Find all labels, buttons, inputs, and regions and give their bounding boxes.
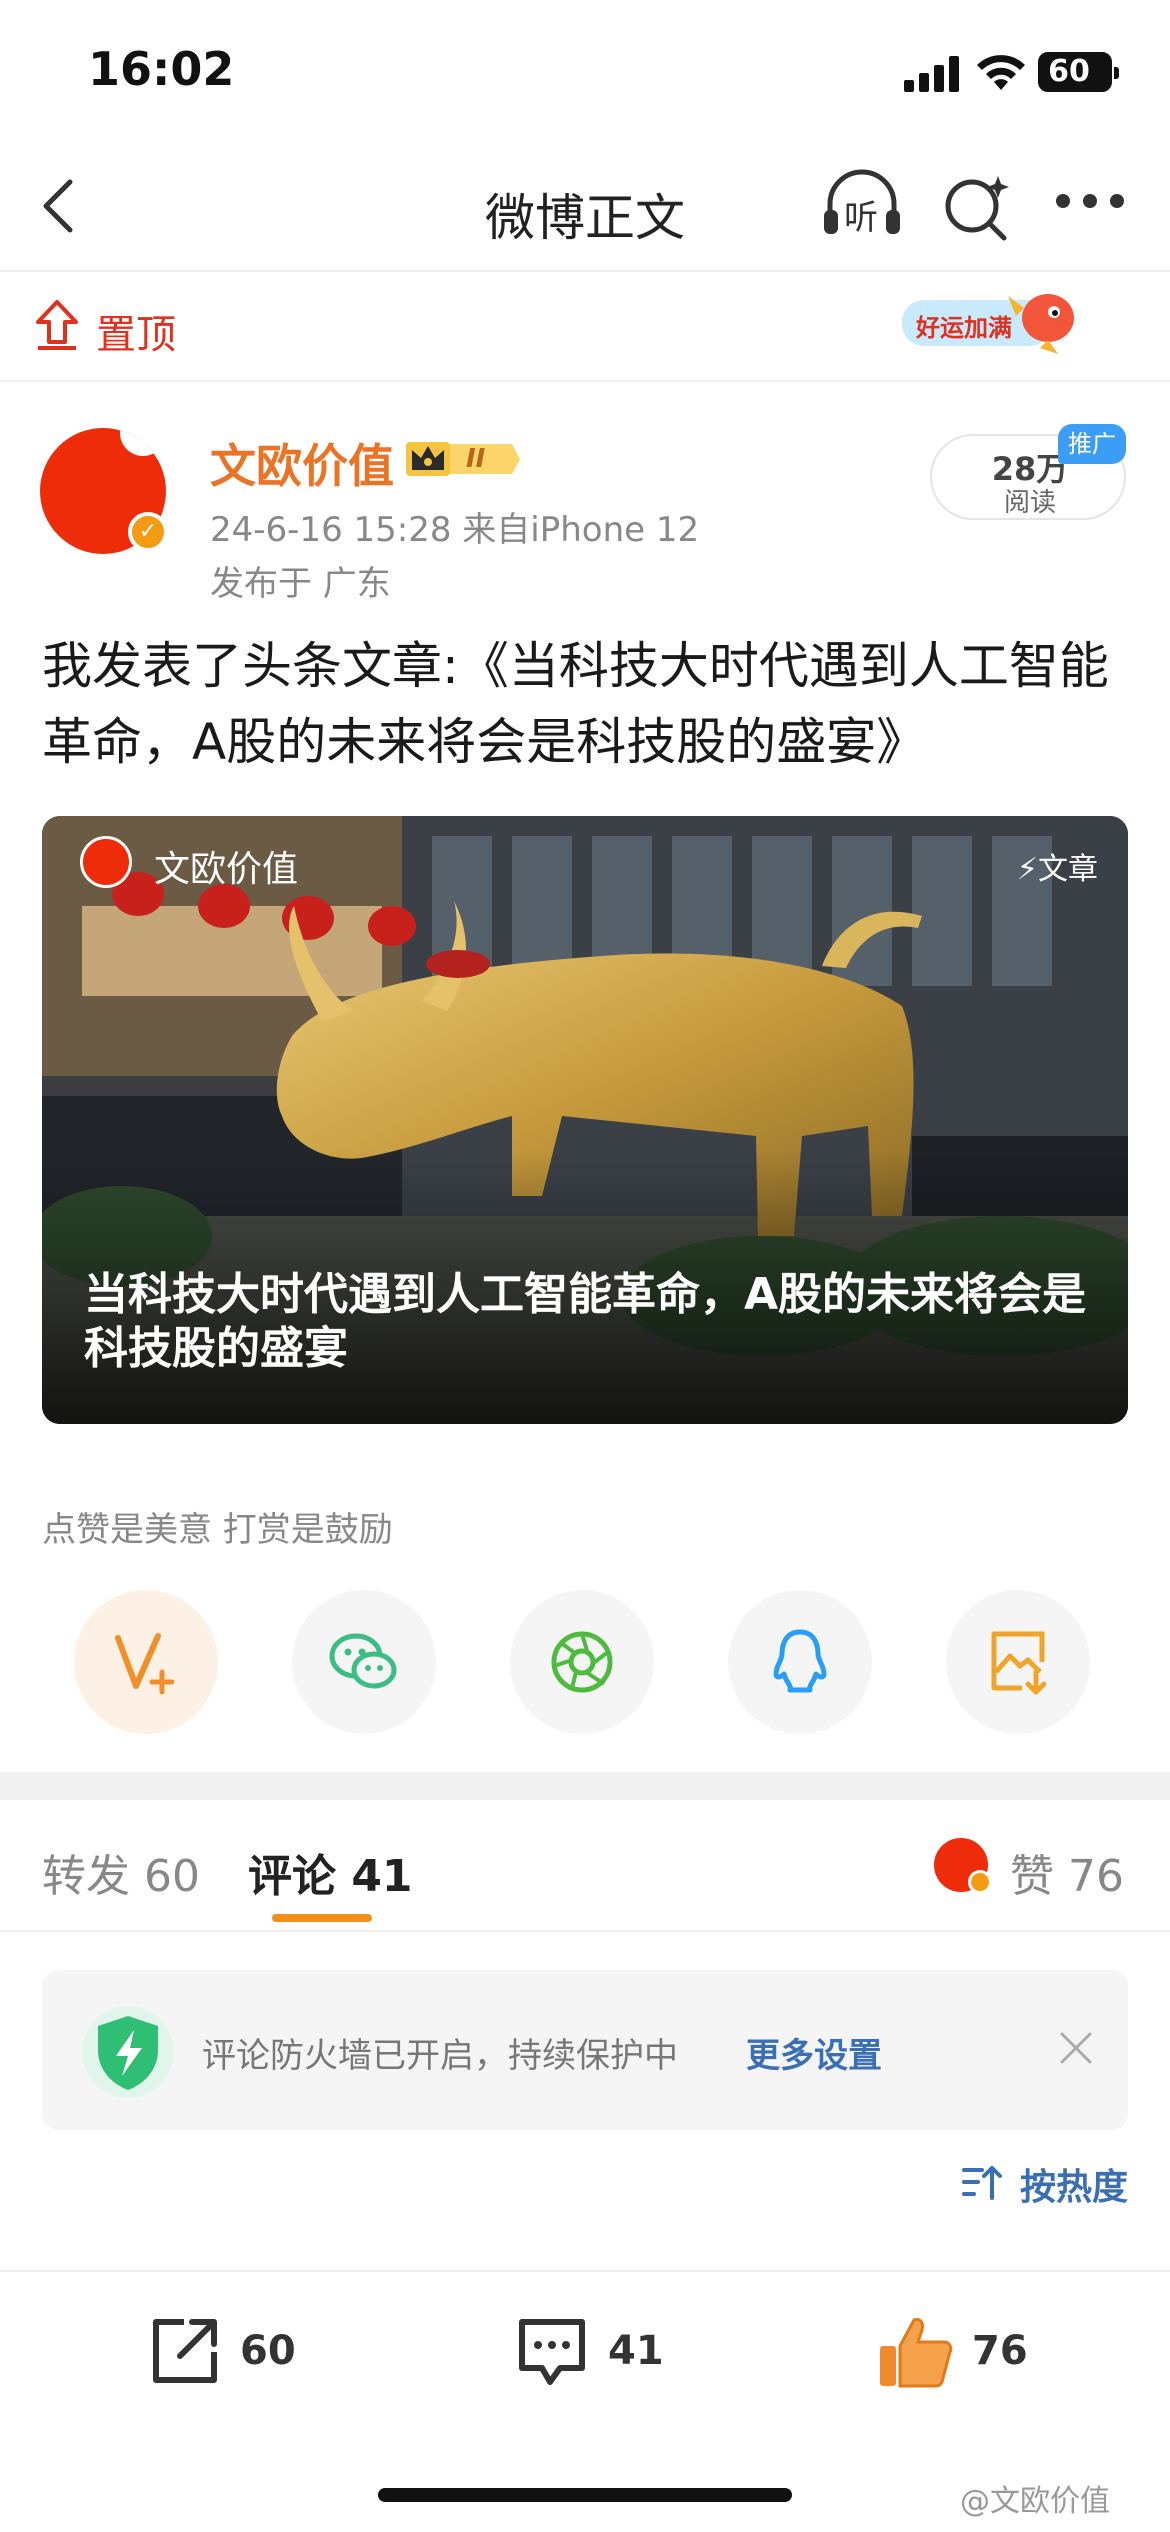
battery-level: 60 xyxy=(1048,54,1090,89)
firewall-text: 评论防火墙已开启，持续保护中 xyxy=(202,2036,678,2076)
more-icon[interactable] xyxy=(1056,194,1126,218)
wechat-icon xyxy=(329,1633,397,1689)
share-moments-button[interactable] xyxy=(510,1590,654,1734)
share-row xyxy=(0,1590,1170,1740)
home-indicator[interactable] xyxy=(378,2488,792,2502)
close-icon[interactable] xyxy=(1056,2028,1096,2068)
more-settings-link[interactable]: 更多设置 xyxy=(746,2028,882,2077)
article-title: 当科技大时代遇到人工智能革命，A股的未来将会是科技股的盛宴 xyxy=(84,1269,1087,1374)
card-author-avatar xyxy=(80,836,132,888)
save-image-icon xyxy=(991,1631,1047,1695)
encourage-label: 点赞是美意 打赏是鼓励 xyxy=(42,1510,393,1550)
status-bar: 16:02 60 xyxy=(0,0,1170,140)
battery-icon: 60 xyxy=(1038,52,1119,92)
post-meta: 24-6-16 15:28 来自iPhone 12 xyxy=(210,510,700,550)
thumbs-up-icon xyxy=(880,2318,953,2388)
lucky-badge-text: 好运加满 xyxy=(916,314,1012,342)
forward-count: 60 xyxy=(240,2328,296,2374)
tab-likes[interactable]: 赞 76 xyxy=(1010,1840,1124,1904)
reward-v-plus-icon xyxy=(115,1633,175,1695)
search-icon[interactable] xyxy=(940,170,1014,244)
sort-by-hot[interactable]: 按热度 xyxy=(1020,2158,1128,2210)
qq-icon xyxy=(773,1629,827,1693)
pinned-row: 置顶 好运加满 xyxy=(0,274,1170,382)
share-wechat-button[interactable] xyxy=(292,1590,436,1734)
card-author: 文欧价值 xyxy=(154,849,299,890)
wifi-icon xyxy=(977,55,1025,90)
author-name[interactable]: 文欧价值 xyxy=(210,430,394,496)
tab-comment[interactable]: 评论 41 xyxy=(248,1840,413,1904)
interaction-tabs: 转发 60 评论 41 赞 76 xyxy=(0,1800,1170,1932)
verified-icon: ✓ xyxy=(128,512,168,552)
comment-icon xyxy=(519,2319,585,2385)
post-location: 发布于 广东 xyxy=(210,564,391,604)
shield-icon xyxy=(82,2006,174,2098)
pin-top-icon xyxy=(36,300,78,350)
member-level: II xyxy=(466,444,486,474)
active-tab-indicator xyxy=(272,1914,372,1922)
share-qq-button[interactable] xyxy=(728,1590,872,1734)
article-card[interactable]: 文欧价值 ⚡文章 当科技大时代遇到人工智能革命，A股的未来将会是科技股的盛宴 xyxy=(42,816,1128,1424)
reward-button[interactable] xyxy=(74,1590,218,1734)
comment-firewall-notice: 评论防火墙已开启，持续保护中 更多设置 xyxy=(42,1970,1128,2130)
save-image-button[interactable] xyxy=(946,1590,1090,1734)
article-tag: ⚡文章 xyxy=(1016,852,1098,887)
reads-label: 阅读 xyxy=(1003,488,1056,518)
post-text: 我发表了头条文章:《当科技大时代遇到人工智能革命，A股的未来将会是科技股的盛宴》 xyxy=(42,637,1109,771)
listen-label: 听 xyxy=(844,198,878,238)
promo-tag: 推广 xyxy=(1058,424,1126,464)
listen-button[interactable]: 听 xyxy=(820,168,904,244)
section-divider xyxy=(0,1772,1170,1800)
forward-icon xyxy=(153,2319,217,2383)
signal-icon xyxy=(904,56,960,92)
like-count: 76 xyxy=(972,2328,1028,2374)
moments-icon xyxy=(551,1631,613,1693)
nav-bar: 微博正文 听 xyxy=(0,140,1170,272)
liker-verified-icon xyxy=(968,1870,992,1894)
comment-count: 41 xyxy=(608,2328,664,2374)
watermark: @文欧价值 xyxy=(960,2484,1110,2519)
crown-icon xyxy=(406,442,520,476)
status-time: 16:02 xyxy=(88,42,235,96)
lucky-badge[interactable]: 好运加满 xyxy=(898,282,1084,360)
pinned-label: 置顶 xyxy=(96,312,176,358)
member-crown-badge[interactable]: II xyxy=(404,436,522,482)
tab-forward[interactable]: 转发 60 xyxy=(42,1840,200,1904)
sort-icon[interactable] xyxy=(962,2164,1002,2202)
